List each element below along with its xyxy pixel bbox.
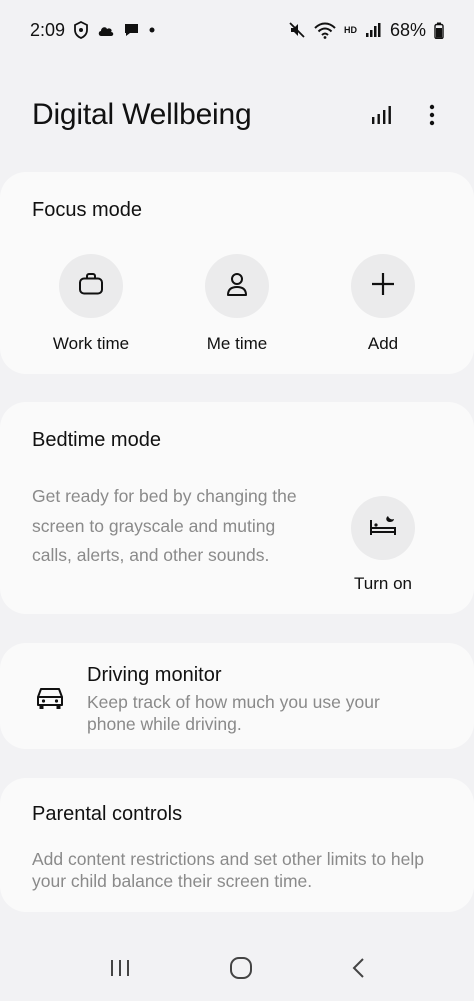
app-header: Digital Wellbeing [32, 92, 444, 138]
driving-monitor-title: Driving monitor [87, 664, 222, 686]
focus-mode-card: Focus mode Work time Me time Add [0, 172, 474, 374]
system-nav-bar [0, 940, 474, 1001]
more-vert-icon[interactable] [420, 100, 444, 130]
car-icon [35, 685, 65, 716]
bedtime-mode-description: Get ready for bed by changing the screen… [32, 486, 297, 565]
bar-chart-icon[interactable] [370, 100, 394, 130]
work-time-button[interactable] [59, 254, 123, 318]
mute-icon [288, 21, 306, 39]
status-left: 2:09 [30, 20, 156, 41]
chat-bubble-icon [123, 22, 140, 38]
bedtime-turn-on[interactable]: Turn on [323, 496, 443, 594]
bedtime-turn-on-button[interactable] [351, 496, 415, 560]
bedtime-mode-title: Bedtime mode [32, 429, 161, 451]
me-time-button[interactable] [205, 254, 269, 318]
header-actions [370, 100, 444, 130]
hd-badge: HD [343, 25, 357, 35]
battery-percent: 68% [389, 19, 426, 40]
cloud-icon [97, 23, 115, 37]
parental-controls-title: Parental controls [32, 803, 183, 825]
back-icon[interactable] [351, 957, 365, 984]
signal-icon [365, 22, 382, 38]
wifi-icon [314, 22, 336, 39]
me-time-label: Me time [206, 334, 268, 353]
bedtime-mode-card[interactable]: Bedtime mode Get ready for bed by changi… [0, 402, 474, 614]
parental-controls-card[interactable]: Parental controls Add content restrictio… [0, 778, 474, 912]
status-right: HD 68% [288, 20, 444, 41]
briefcase-icon [78, 272, 104, 301]
status-time: 2:09 [30, 19, 66, 40]
driving-monitor-card[interactable]: Driving monitor Keep track of how much y… [0, 643, 474, 749]
recents-icon[interactable] [109, 958, 131, 983]
vpn-shield-icon [73, 21, 89, 39]
dot-icon [148, 26, 156, 34]
status-bar: 2:09 HD 68% [0, 0, 474, 60]
focus-mode-title: Focus mode [32, 199, 143, 221]
add-focus-button[interactable] [351, 254, 415, 318]
plus-icon [370, 271, 396, 302]
driving-monitor-description: Keep track of how much you use your phon… [87, 692, 380, 734]
work-time-label: Work time [52, 334, 130, 353]
page-title: Digital Wellbeing [32, 98, 252, 131]
bed-icon [368, 514, 398, 543]
add-label: Add [367, 334, 399, 353]
focus-option-add[interactable]: Add [323, 254, 443, 354]
person-icon [225, 271, 249, 302]
focus-option-work-time[interactable]: Work time [31, 254, 151, 354]
turn-on-label: Turn on [354, 574, 412, 593]
home-icon[interactable] [229, 956, 253, 985]
focus-option-me-time[interactable]: Me time [177, 254, 297, 354]
parental-controls-description: Add content restrictions and set other l… [32, 849, 425, 891]
battery-icon [434, 22, 444, 39]
